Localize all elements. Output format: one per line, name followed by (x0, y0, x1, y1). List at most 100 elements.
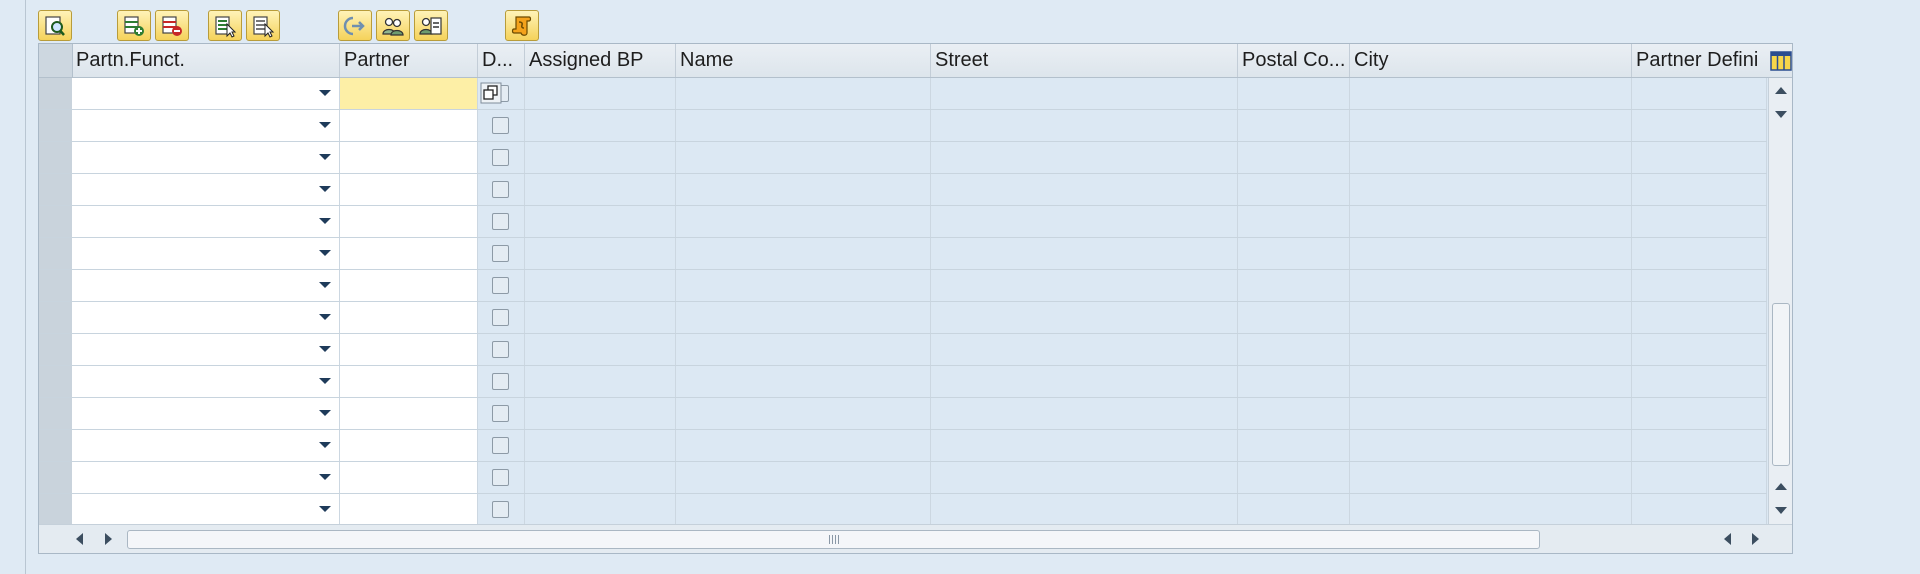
partner-input[interactable] (340, 206, 478, 237)
dropdown-arrow-icon[interactable] (319, 346, 331, 352)
copy-icon[interactable] (480, 82, 502, 104)
partner-input[interactable] (340, 462, 478, 493)
d-checkbox[interactable] (492, 437, 509, 454)
partner-function-dropdown[interactable] (72, 238, 340, 269)
dropdown-arrow-icon[interactable] (319, 282, 331, 288)
d-checkbox[interactable] (492, 117, 509, 134)
column-header-postal-code[interactable]: Postal Co... (1238, 44, 1350, 77)
partner-function-dropdown[interactable] (72, 462, 340, 493)
partner-function-dropdown[interactable] (72, 78, 340, 109)
partner-function-dropdown[interactable] (72, 206, 340, 237)
navigate-button[interactable] (338, 10, 372, 41)
row-selector[interactable] (39, 430, 73, 461)
partner-input[interactable] (340, 430, 478, 461)
d-checkbox[interactable] (492, 501, 509, 518)
scroll-page-right-button[interactable] (1747, 531, 1763, 547)
dropdown-arrow-icon[interactable] (319, 218, 331, 224)
dropdown-arrow-icon[interactable] (319, 474, 331, 480)
scroll-down-button[interactable] (1769, 102, 1792, 126)
dropdown-arrow-icon[interactable] (319, 122, 331, 128)
scroll-top-button[interactable] (1769, 78, 1792, 102)
d-checkbox[interactable] (492, 277, 509, 294)
vertical-scrollbar[interactable] (1768, 78, 1792, 524)
vertical-scroll-thumb[interactable] (1772, 303, 1790, 466)
scroll-page-down-button[interactable] (1769, 498, 1792, 522)
row-selector[interactable] (39, 174, 73, 205)
row-selector[interactable] (39, 302, 73, 333)
partner-function-dropdown[interactable] (72, 110, 340, 141)
partner-input[interactable] (340, 366, 478, 397)
horizontal-scroll-thumb[interactable] (127, 530, 1540, 549)
dropdown-arrow-icon[interactable] (319, 314, 331, 320)
scroll-left-button[interactable] (71, 531, 87, 547)
partner-input[interactable] (340, 174, 478, 205)
dropdown-arrow-icon[interactable] (319, 186, 331, 192)
scroll-page-up-button[interactable] (1769, 474, 1792, 498)
d-checkbox[interactable] (492, 213, 509, 230)
partner-input[interactable] (340, 270, 478, 301)
d-checkbox[interactable] (492, 405, 509, 422)
row-selector[interactable] (39, 494, 73, 525)
row-selector[interactable] (39, 238, 73, 269)
dropdown-arrow-icon[interactable] (319, 154, 331, 160)
column-header-partner[interactable]: Partner (340, 44, 478, 77)
scroll-page-left-button[interactable] (1719, 531, 1735, 547)
details-button[interactable] (38, 10, 72, 41)
column-header-assigned-bp[interactable]: Assigned BP (525, 44, 676, 77)
d-checkbox[interactable] (492, 341, 509, 358)
d-checkbox[interactable] (492, 149, 509, 166)
column-header-d[interactable]: D... (478, 44, 525, 77)
column-header-street[interactable]: Street (931, 44, 1238, 77)
partner-input[interactable] (340, 334, 478, 365)
partner-function-dropdown[interactable] (72, 142, 340, 173)
partner-function-dropdown[interactable] (72, 366, 340, 397)
partner-input[interactable] (340, 78, 478, 109)
insert-row-button[interactable] (117, 10, 151, 41)
d-checkbox[interactable] (492, 373, 509, 390)
partner-function-dropdown[interactable] (72, 494, 340, 525)
column-header-partner-function[interactable]: Partn.Funct. (72, 44, 340, 77)
dropdown-arrow-icon[interactable] (319, 506, 331, 512)
partner-input[interactable] (340, 302, 478, 333)
select-all-button[interactable] (208, 10, 242, 41)
scroll-right-button[interactable] (100, 531, 116, 547)
script-button[interactable] (505, 10, 539, 41)
partner-function-dropdown[interactable] (72, 270, 340, 301)
partner-function-dropdown[interactable] (72, 302, 340, 333)
partner-function-dropdown[interactable] (72, 174, 340, 205)
row-selector[interactable] (39, 110, 73, 141)
row-selector[interactable] (39, 398, 73, 429)
partner-input[interactable] (340, 494, 478, 525)
partner-function-dropdown[interactable] (72, 430, 340, 461)
column-settings-icon[interactable] (1769, 49, 1793, 73)
row-selector[interactable] (39, 366, 73, 397)
row-selector[interactable] (39, 78, 73, 109)
dropdown-arrow-icon[interactable] (319, 442, 331, 448)
dropdown-arrow-icon[interactable] (319, 410, 331, 416)
column-header-partner-definition[interactable]: Partner Defini (1632, 44, 1769, 77)
partner-details-button[interactable] (414, 10, 448, 41)
d-checkbox[interactable] (492, 309, 509, 326)
partner-input[interactable] (340, 142, 478, 173)
partner-button[interactable] (376, 10, 410, 41)
dropdown-arrow-icon[interactable] (319, 378, 331, 384)
d-checkbox[interactable] (492, 469, 509, 486)
dropdown-arrow-icon[interactable] (319, 90, 331, 96)
select-all-rows-cell[interactable] (39, 44, 73, 77)
row-selector[interactable] (39, 270, 73, 301)
partner-function-dropdown[interactable] (72, 398, 340, 429)
deselect-all-button[interactable] (246, 10, 280, 41)
partner-input[interactable] (340, 238, 478, 269)
row-selector[interactable] (39, 142, 73, 173)
row-selector[interactable] (39, 206, 73, 237)
row-selector[interactable] (39, 462, 73, 493)
row-selector[interactable] (39, 334, 73, 365)
d-checkbox[interactable] (492, 245, 509, 262)
partner-function-dropdown[interactable] (72, 334, 340, 365)
partner-input[interactable] (340, 110, 478, 141)
column-header-name[interactable]: Name (676, 44, 931, 77)
horizontal-scrollbar[interactable] (39, 524, 1792, 553)
column-header-city[interactable]: City (1350, 44, 1632, 77)
partner-input[interactable] (340, 398, 478, 429)
dropdown-arrow-icon[interactable] (319, 250, 331, 256)
